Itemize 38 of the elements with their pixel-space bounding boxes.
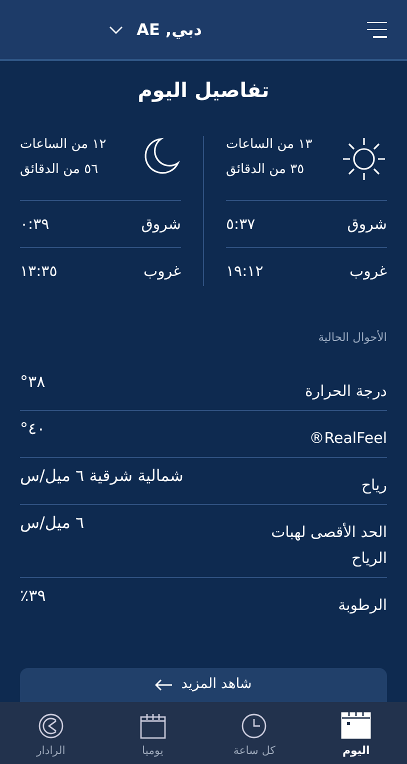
duration-text: ١٣ من الساعات xyxy=(226,136,312,154)
nav-tab[interactable]: يوميا xyxy=(102,702,204,764)
set-time: ١٩:١٢ xyxy=(226,262,264,280)
radar-icon xyxy=(38,713,64,739)
arrow-icon xyxy=(155,679,174,691)
condition-value: ٣٨° xyxy=(20,371,46,393)
clock-icon xyxy=(241,713,268,739)
condition-value: ٦ ميل/س xyxy=(20,512,84,534)
condition-label: RealFeel® xyxy=(309,428,387,449)
condition-label: الحد الأقصى لهبات الرياح xyxy=(270,522,387,569)
calendar-icon xyxy=(140,713,166,739)
see-more-button[interactable]: شاهد المزيد xyxy=(20,668,387,702)
nav-tab[interactable]: اليوم xyxy=(305,702,407,764)
condition-label: رياح xyxy=(361,475,387,496)
location-name[interactable]: دبي, AE xyxy=(136,20,202,39)
condition-value: ٤٠° xyxy=(20,418,46,440)
rise-time: ٥:٣٧ xyxy=(226,215,256,233)
calendar-icon xyxy=(341,709,372,739)
section-heading: الأحوال الحالية xyxy=(317,330,387,344)
set-label: غروب xyxy=(350,262,387,280)
rise-label: شروق xyxy=(141,215,181,233)
duration-text: ١٢ من الساعات xyxy=(20,136,106,154)
rise-label: شروق xyxy=(347,215,387,233)
condition-value: ٣٩٪ xyxy=(20,585,46,607)
sun-icon xyxy=(341,136,387,182)
duration-text: ٣٥ من الدقائق xyxy=(226,161,306,179)
condition-value: شمالية شرقية ٦ ميل/س xyxy=(20,465,184,487)
duration-text: ٥٦ من الدقائق xyxy=(20,161,100,179)
condition-label: درجة الحرارة xyxy=(305,381,387,402)
rise-time: ٠:٣٩ xyxy=(20,215,50,233)
menu-icon[interactable] xyxy=(367,22,387,38)
chevron-down-icon[interactable] xyxy=(108,26,123,34)
condition-label: الرطوبة xyxy=(338,595,387,616)
nav-tab[interactable]: الرادار xyxy=(0,702,102,764)
set-label: غروب xyxy=(144,262,181,280)
nav-tab[interactable]: كل ساعة xyxy=(204,702,306,764)
set-time: ١٣:٣٥ xyxy=(20,262,58,280)
page-title: تفاصيل اليوم xyxy=(136,78,270,104)
